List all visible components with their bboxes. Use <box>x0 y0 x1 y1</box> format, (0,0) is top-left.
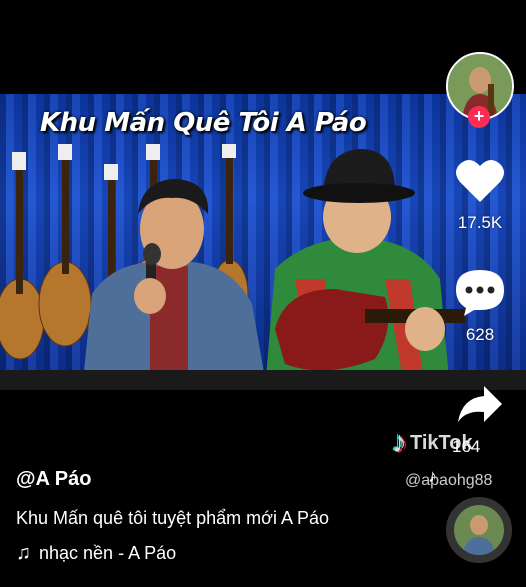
follow-button[interactable]: + <box>468 106 490 128</box>
music-disc-button[interactable] <box>446 497 512 563</box>
comment-count: 628 <box>465 325 495 344</box>
share-button[interactable] <box>445 384 515 429</box>
like-count: 17.5K <box>457 213 503 232</box>
creator-avatar-button[interactable]: + <box>446 52 514 128</box>
watermark-handle: @apaohg88 <box>405 472 493 489</box>
share-arrow-icon <box>458 386 502 422</box>
guitarist-figure <box>265 149 465 390</box>
comment-button[interactable]: 628 <box>445 268 515 345</box>
singer-figure <box>82 179 267 390</box>
music-note-icon: ♫ <box>16 542 31 564</box>
heart-icon <box>456 159 504 202</box>
like-button[interactable]: 17.5K <box>445 156 515 233</box>
share-count: 164 <box>452 437 481 456</box>
floating-music-note-icon: ♪ <box>428 466 437 486</box>
video-overlay-title: Khu Mấn Quê Tôi A Páo <box>40 108 367 138</box>
disc-cover-image <box>454 505 504 555</box>
music-track-name: nhạc nền - A Páo <box>39 543 177 563</box>
comment-icon <box>456 270 504 316</box>
tiktok-logo-icon: ♪ <box>392 426 407 459</box>
video-player[interactable]: Khu Mấn Quê Tôi A Páo <box>0 94 526 390</box>
music-track-link[interactable]: ♫ nhạc nền - A Páo <box>16 542 176 565</box>
post-caption: Khu Mấn quê tôi tuyệt phẩm mới A Páo <box>16 508 329 528</box>
creator-username[interactable]: @A Páo <box>16 468 91 491</box>
